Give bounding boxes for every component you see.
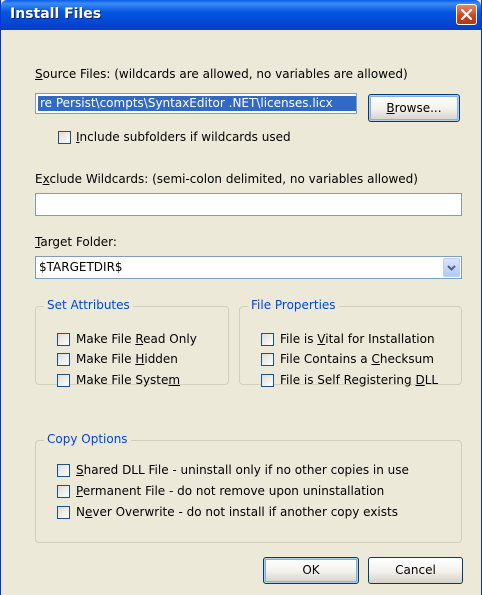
target-folder-combo[interactable]: $TARGETDIR$ (35, 256, 462, 279)
target-folder-dropdown-button[interactable] (443, 258, 460, 277)
vital-checkbox[interactable] (261, 333, 274, 346)
shared-dll-checkbox[interactable] (57, 464, 70, 477)
target-folder-value: $TARGETDIR$ (39, 260, 123, 274)
vital-label: File is Vital for Installation (280, 332, 435, 346)
permanent-file-label: Permanent File - do not remove upon unin… (76, 484, 385, 498)
close-button[interactable] (456, 4, 477, 25)
set-attributes-legend: Set Attributes (44, 298, 133, 312)
file-properties-legend: File Properties (248, 298, 339, 312)
target-folder-label: Target Folder: (35, 235, 117, 249)
source-files-input[interactable]: re Persist\compts\SyntaxEditor .NET\lice… (35, 93, 357, 114)
hidden-checkbox[interactable] (57, 353, 70, 366)
copy-options-legend: Copy Options (44, 432, 131, 446)
permanent-file-checkbox[interactable] (57, 485, 70, 498)
dialog-title: Install Files (10, 6, 102, 22)
ok-button[interactable]: OK (263, 557, 359, 584)
read-only-checkbox[interactable] (57, 333, 70, 346)
cancel-button[interactable]: Cancel (368, 557, 463, 584)
self-registering-label: File is Self Registering DLL (280, 373, 439, 387)
self-registering-checkbox[interactable] (261, 374, 274, 387)
chevron-down-icon (447, 265, 456, 271)
source-files-value: re Persist\compts\SyntaxEditor .NET\lice… (38, 96, 356, 111)
close-icon (461, 9, 472, 20)
title-bar: Install Files (1, 0, 481, 30)
exclude-wildcards-input[interactable] (35, 193, 462, 216)
install-files-dialog: Install Files Source Files: (wildcards a… (0, 0, 482, 595)
read-only-label: Make File Read Only (76, 332, 197, 346)
never-overwrite-checkbox[interactable] (57, 506, 70, 519)
exclude-wildcards-label: Exclude Wildcards: (semi-colon delimited… (35, 172, 418, 186)
system-checkbox[interactable] (57, 374, 70, 387)
system-label: Make File System (76, 373, 181, 387)
shared-dll-label: Shared DLL File - uninstall only if no o… (76, 463, 409, 477)
include-subfolders-label: Include subfolders if wildcards used (76, 130, 291, 144)
source-files-label: Source Files: (wildcards are allowed, no… (35, 67, 408, 81)
hidden-label: Make File Hidden (76, 352, 178, 366)
browse-button[interactable]: Browse... (368, 94, 460, 122)
never-overwrite-label: Never Overwrite - do not install if anot… (76, 505, 398, 519)
checksum-checkbox[interactable] (261, 353, 274, 366)
include-subfolders-checkbox[interactable] (58, 131, 71, 144)
checksum-label: File Contains a Checksum (280, 352, 434, 366)
